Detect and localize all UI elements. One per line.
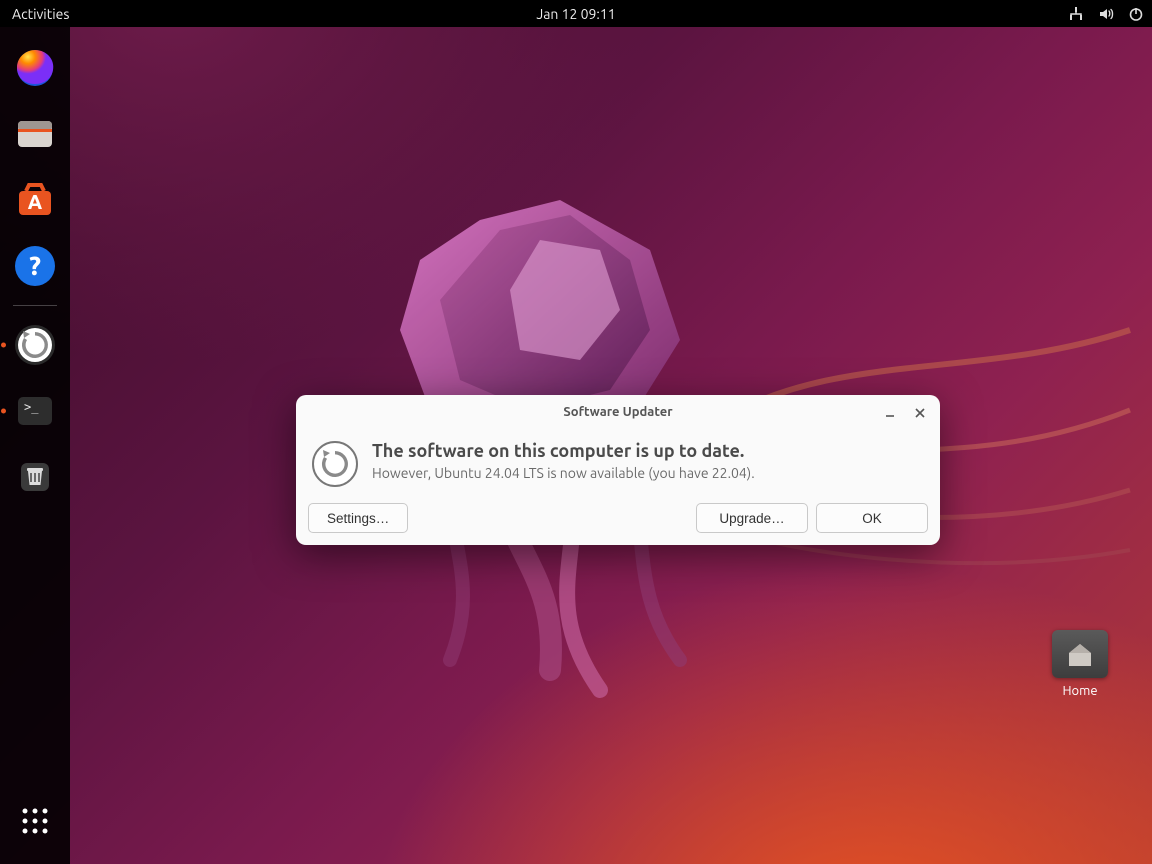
dialog-heading: The software on this computer is up to d… bbox=[372, 441, 755, 461]
dock-app-terminal[interactable]: >_ bbox=[10, 386, 60, 436]
system-tray bbox=[1068, 6, 1144, 22]
power-icon[interactable] bbox=[1128, 6, 1144, 22]
dock-app-software-center[interactable]: A bbox=[10, 175, 60, 225]
svg-text:>_: >_ bbox=[24, 400, 39, 414]
volume-icon[interactable] bbox=[1098, 6, 1114, 22]
software-updater-dialog: Software Updater The software on this co… bbox=[296, 395, 940, 545]
upgrade-button[interactable]: Upgrade… bbox=[696, 503, 808, 533]
desktop-icon-label: Home bbox=[1048, 684, 1112, 698]
home-folder-icon bbox=[1052, 630, 1108, 678]
svg-text:?: ? bbox=[29, 251, 41, 280]
software-updater-icon bbox=[312, 441, 358, 487]
clock[interactable]: Jan 12 09:11 bbox=[536, 6, 615, 22]
dialog-titlebar[interactable]: Software Updater bbox=[296, 395, 940, 429]
dock-app-files[interactable] bbox=[10, 109, 60, 159]
svg-text:A: A bbox=[28, 190, 43, 213]
settings-button[interactable]: Settings… bbox=[308, 503, 408, 533]
desktop-icon-home[interactable]: Home bbox=[1048, 630, 1112, 698]
activities-button[interactable]: Activities bbox=[0, 6, 81, 22]
dock-app-trash[interactable] bbox=[10, 452, 60, 502]
ok-button[interactable]: OK bbox=[816, 503, 928, 533]
close-button[interactable] bbox=[910, 403, 930, 423]
network-icon[interactable] bbox=[1068, 6, 1084, 22]
top-bar: Activities Jan 12 09:11 bbox=[0, 0, 1152, 27]
dialog-title: Software Updater bbox=[563, 405, 672, 419]
dialog-subtext: However, Ubuntu 24.04 LTS is now availab… bbox=[372, 465, 755, 481]
show-applications-button[interactable] bbox=[10, 796, 60, 846]
dock-separator bbox=[13, 305, 57, 306]
dock-app-software-updater[interactable] bbox=[10, 320, 60, 370]
dock-app-firefox[interactable] bbox=[10, 43, 60, 93]
dock-app-help[interactable]: ? bbox=[10, 241, 60, 291]
dock: A ? >_ bbox=[0, 27, 70, 864]
minimize-button[interactable] bbox=[880, 403, 900, 423]
